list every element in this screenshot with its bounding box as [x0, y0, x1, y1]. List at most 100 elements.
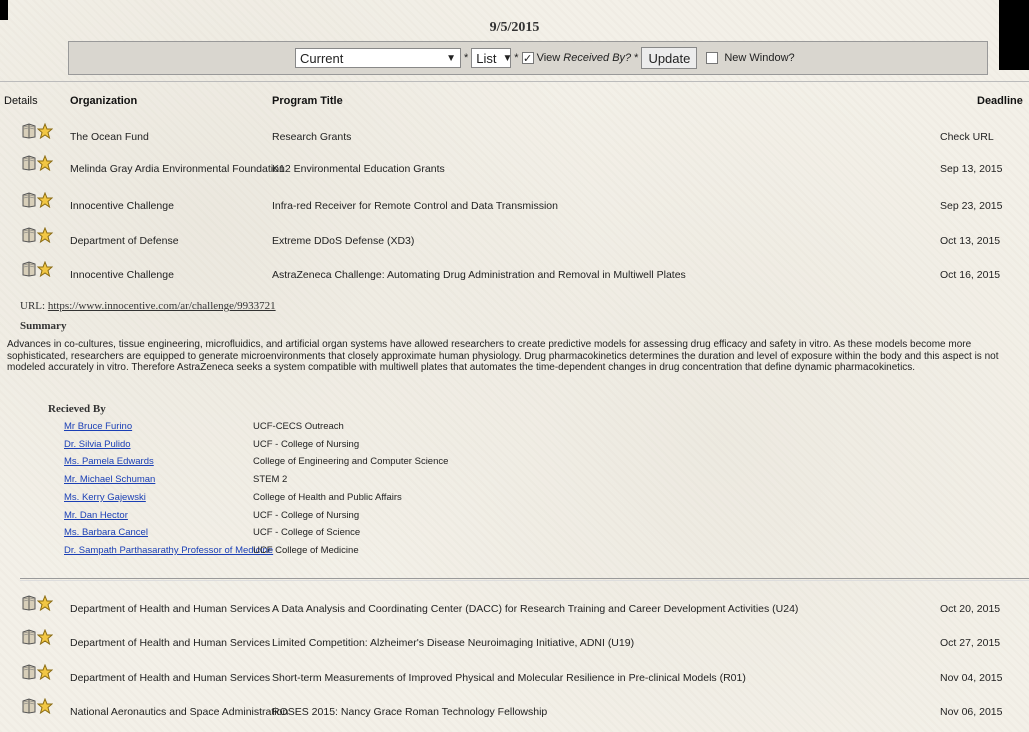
row-program-title[interactable]: Infra-red Receiver for Remote Control an…: [272, 200, 558, 212]
row-program-title[interactable]: K12 Environmental Education Grants: [272, 163, 445, 175]
recipient-link[interactable]: Dr. Silvia Pulido: [64, 439, 131, 450]
status-select-value: Current: [300, 50, 344, 66]
table-row[interactable]: National Aeronautics and Space Administr…: [0, 697, 1029, 725]
star-icon[interactable]: [36, 594, 54, 612]
star-icon[interactable]: [36, 260, 54, 278]
book-icon[interactable]: [22, 261, 36, 277]
row-program-title[interactable]: Limited Competition: Alzheimer's Disease…: [272, 637, 634, 649]
row-deadline: Nov 06, 2015: [940, 706, 1003, 718]
row-organization: National Aeronautics and Space Administr…: [70, 706, 289, 718]
row-program-title[interactable]: Research Grants: [272, 131, 351, 143]
row-actions: [22, 663, 54, 681]
recipient-department: UCF - College of Science: [253, 527, 361, 539]
required-asterisk: *: [464, 52, 469, 64]
recipient-department: UCF College of Medicine: [253, 544, 359, 556]
table-row[interactable]: Innocentive Challenge AstraZeneca Challen…: [0, 260, 1029, 288]
book-icon[interactable]: [22, 155, 36, 171]
row-program-title[interactable]: ROSES 2015: Nancy Grace Roman Technology…: [272, 706, 547, 718]
url-link[interactable]: https://www.innocentive.com/ar/challenge…: [48, 300, 276, 312]
row-organization: Innocentive Challenge: [70, 200, 174, 212]
recipient-department: College of Engineering and Computer Scie…: [253, 456, 449, 468]
star-icon[interactable]: [36, 122, 54, 140]
recipient-link[interactable]: Mr. Dan Hector: [64, 510, 128, 521]
row-actions: [22, 122, 54, 140]
star-icon[interactable]: [36, 154, 54, 172]
header-divider: [0, 81, 1029, 82]
detail-divider-shadow: [20, 580, 1029, 581]
row-organization: Innocentive Challenge: [70, 269, 174, 281]
view-received-label-italic: Received By?: [563, 52, 632, 64]
row-deadline: Nov 04, 2015: [940, 672, 1003, 684]
url-label: URL:: [20, 300, 46, 312]
row-deadline: Check URL: [940, 131, 994, 143]
star-icon[interactable]: [36, 697, 54, 715]
update-button[interactable]: Update: [641, 47, 698, 69]
table-row[interactable]: Department of Health and Human Services A…: [0, 594, 1029, 622]
received-by-heading: Recieved By: [48, 403, 106, 415]
required-asterisk: *: [514, 52, 519, 64]
window-edge-left: [0, 0, 8, 20]
recipient-link[interactable]: Ms. Kerry Gajewski: [64, 492, 146, 503]
recipient-link[interactable]: Mr. Michael Schuman: [64, 474, 155, 485]
list-item: Ms. Barbara Cancel UCF - College of Scien…: [0, 527, 600, 541]
row-organization: Department of Health and Human Services: [70, 603, 271, 615]
row-actions: [22, 154, 54, 172]
detail-divider: [20, 578, 1029, 579]
filter-toolbar: Current ▼ * List ▼ * ✓ View Received By?…: [68, 41, 988, 75]
row-actions: [22, 594, 54, 612]
status-select[interactable]: Current ▼: [295, 48, 461, 68]
required-asterisk: *: [634, 52, 639, 64]
table-row[interactable]: Department of Health and Human Services L…: [0, 628, 1029, 656]
new-window-label: New Window?: [724, 52, 795, 64]
chevron-down-icon: ▼: [446, 52, 456, 64]
recipient-link[interactable]: Ms. Pamela Edwards: [64, 456, 154, 467]
star-icon[interactable]: [36, 191, 54, 209]
row-actions: [22, 628, 54, 646]
row-deadline: Sep 13, 2015: [940, 163, 1003, 175]
view-select-value: List: [476, 50, 497, 66]
col-header-organization[interactable]: Organization: [70, 95, 137, 107]
page-date: 9/5/2015: [489, 20, 540, 35]
row-program-title[interactable]: Extreme DDoS Defense (XD3): [272, 235, 414, 247]
table-row[interactable]: The Ocean Fund Research Grants Check URL: [0, 122, 1029, 150]
book-icon[interactable]: [22, 595, 36, 611]
recipient-link[interactable]: Dr. Sampath Parthasarathy Professor of M…: [64, 545, 273, 556]
table-row[interactable]: Melinda Gray Ardia Environmental Foundat…: [0, 154, 1029, 182]
table-row[interactable]: Innocentive Challenge Infra-red Receiver …: [0, 191, 1029, 219]
book-icon[interactable]: [22, 192, 36, 208]
table-row[interactable]: Department of Defense Extreme DDoS Defens…: [0, 226, 1029, 254]
view-received-checkbox[interactable]: ✓: [521, 52, 534, 65]
row-deadline: Oct 20, 2015: [940, 603, 1001, 615]
row-organization: Department of Defense: [70, 235, 179, 247]
row-deadline: Sep 23, 2015: [940, 200, 1003, 212]
row-program-title[interactable]: Short-term Measurements of Improved Phys…: [272, 672, 746, 684]
recipient-department: UCF-CECS Outreach: [253, 421, 344, 432]
row-program-title[interactable]: A Data Analysis and Coordinating Center …: [272, 603, 798, 615]
star-icon[interactable]: [36, 663, 54, 681]
row-program-title[interactable]: AstraZeneca Challenge: Automating Drug A…: [272, 269, 686, 281]
book-icon[interactable]: [22, 698, 36, 714]
book-icon[interactable]: [22, 227, 36, 243]
list-item: Ms. Pamela Edwards College of Engineering…: [0, 456, 600, 470]
col-header-deadline[interactable]: Deadline: [977, 95, 1023, 107]
view-received-label: View Received By?: [537, 52, 632, 64]
recipient-link[interactable]: Ms. Barbara Cancel: [64, 527, 148, 538]
summary-heading: Summary: [20, 320, 67, 332]
view-select[interactable]: List ▼: [471, 48, 512, 68]
row-deadline: Oct 13, 2015: [940, 235, 1001, 247]
book-icon[interactable]: [22, 629, 36, 645]
col-header-program-title[interactable]: Program Title: [272, 95, 343, 107]
view-received-label-text: View: [536, 52, 561, 64]
book-icon[interactable]: [22, 123, 36, 139]
recipient-department: STEM 2: [253, 474, 288, 486]
recipient-link[interactable]: Mr Bruce Furino: [64, 421, 132, 432]
recipient-department: College of Health and Public Affairs: [253, 491, 402, 503]
row-organization: Department of Health and Human Services: [70, 637, 271, 649]
recipient-department: UCF - College of Nursing: [253, 509, 360, 521]
star-icon[interactable]: [36, 628, 54, 646]
table-row[interactable]: Department of Health and Human Services S…: [0, 663, 1029, 691]
list-item: Dr. Silvia Pulido UCF - College of Nursin…: [0, 439, 600, 453]
new-window-checkbox[interactable]: [706, 52, 719, 64]
star-icon[interactable]: [36, 226, 54, 244]
book-icon[interactable]: [22, 664, 36, 680]
